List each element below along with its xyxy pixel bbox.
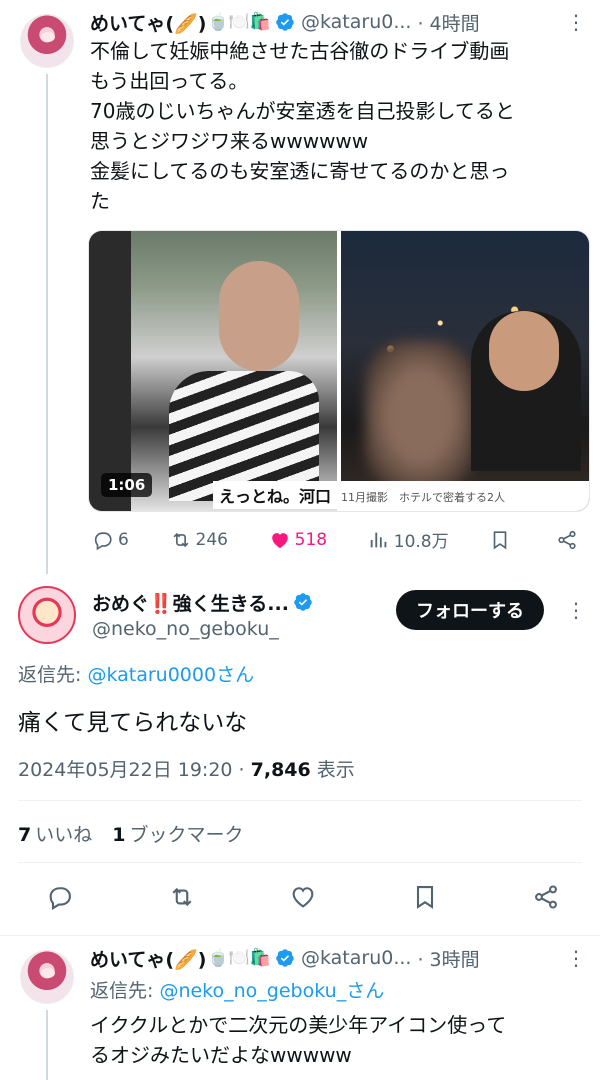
main-actions (46, 883, 560, 911)
tweet3-display-name[interactable]: めいてゃ(🥖) (90, 945, 206, 972)
share-icon[interactable] (532, 883, 560, 911)
tweet1-name-emojis: 🍵🍽️🛍️ (207, 12, 271, 32)
retweet-icon[interactable] (168, 883, 196, 911)
main-tweet-text: 痛くて見てられないな (18, 710, 248, 736)
reply-prefix: 返信先: (18, 664, 88, 686)
views-button[interactable]: 10.8万 (368, 527, 449, 552)
tweet3-header: めいてゃ(🥖) 🍵🍽️🛍️ @kataru0... · 3時間 (90, 944, 560, 972)
photo-caption: 11月撮影 ホテルで密着する2人 (341, 481, 589, 511)
retweet-button[interactable]: 246 (170, 529, 228, 551)
tweet3-avatar[interactable] (20, 950, 74, 1004)
reply-icon (94, 531, 112, 550)
thread-line (46, 1010, 48, 1080)
tweet3-reply-to: 返信先: @neko_no_geboku_さん (90, 976, 384, 1003)
more-icon[interactable]: ⋮ (566, 12, 586, 32)
likes-label: いいね (35, 824, 93, 846)
main-header: おめぐ‼️強く生きる... (92, 588, 382, 616)
tweet1-text: 不倫して妊娠中絶させた古谷徹のドライブ動画 もう出回ってる。 70歳のじいちゃん… (90, 39, 515, 213)
person-face (489, 311, 559, 391)
divider (18, 800, 582, 801)
bookmark-icon[interactable] (411, 883, 439, 911)
follow-button[interactable]: フォローする (396, 590, 544, 630)
bookmark-icon (493, 530, 507, 549)
bookmarks-total: 1 (112, 824, 126, 846)
verified-icon (276, 949, 294, 967)
share-button[interactable] (556, 529, 582, 551)
more-icon[interactable]: ⋮ (566, 600, 586, 620)
tweet1-handle[interactable]: @kataru0... (301, 11, 411, 33)
blurred-person (365, 341, 475, 491)
photo-thumbnail[interactable]: 11月撮影 ホテルで密着する2人 (341, 231, 589, 511)
tweet1-actions: 6 246 518 10.8万 (92, 527, 582, 552)
verified-icon (294, 593, 312, 611)
reply-mention-link[interactable]: @neko_no_geboku_さん (159, 980, 384, 1002)
tweet1-time[interactable]: · 4時間 (417, 9, 479, 36)
like-count: 518 (294, 529, 328, 550)
video-caption: えっとね。河口 (212, 481, 337, 509)
divider (0, 935, 600, 936)
likes-total: 7 (18, 824, 32, 846)
reply-icon[interactable] (46, 883, 74, 911)
main-display-name[interactable]: おめぐ‼️強く生きる... (92, 589, 289, 616)
heart-icon (271, 532, 288, 548)
views-icon (370, 532, 387, 547)
share-icon (558, 530, 576, 549)
tweet1-avatar[interactable] (20, 14, 74, 68)
divider (18, 862, 582, 863)
likes-stat[interactable]: 7 いいね (18, 820, 92, 847)
car-interior (89, 231, 131, 511)
tweet-date[interactable]: 2024年05月22日 19:20 (18, 759, 233, 781)
main-avatar[interactable] (18, 586, 76, 644)
driver-head (219, 261, 299, 371)
tweet3-time-value: 3時間 (429, 948, 480, 971)
tweet3-text: イククルとかで二次元の美少年アイコン使って るオジみたいだよなwwwww (90, 1013, 507, 1067)
tweet1-display-name[interactable]: めいてゃ(🥖) (90, 9, 206, 36)
verified-icon (276, 13, 294, 31)
thread-line (46, 74, 48, 574)
tweet3-time[interactable]: · 3時間 (417, 945, 479, 972)
main-handle[interactable]: @neko_no_geboku_ (92, 618, 279, 640)
video-thumbnail[interactable]: 1:06 えっとね。河口 (89, 231, 337, 511)
bookmark-button[interactable] (489, 529, 515, 551)
video-duration: 1:06 (101, 473, 153, 497)
more-icon[interactable]: ⋮ (566, 948, 586, 968)
reply-prefix: 返信先: (90, 980, 160, 1002)
like-button[interactable]: 518 (269, 529, 327, 551)
meta-separator: · (232, 759, 251, 781)
tweet3-name-emojis: 🍵🍽️🛍️ (207, 948, 271, 968)
main-meta: 2024年05月22日 19:20 · 7,846 表示 (18, 755, 355, 782)
main-reply-to: 返信先: @kataru0000さん (18, 660, 254, 687)
bookmarks-stat[interactable]: 1 ブックマーク (112, 820, 243, 847)
tweet1-time-value: 4時間 (429, 12, 480, 35)
views-total: 7,846 (250, 759, 311, 781)
reply-mention-link[interactable]: @kataru0000さん (87, 664, 254, 686)
tweet1-header: めいてゃ(🥖) 🍵🍽️🛍️ @kataru0... · 4時間 (90, 8, 560, 36)
main-stats: 7 いいね 1 ブックマーク (18, 820, 244, 847)
views-count: 10.8万 (393, 532, 449, 552)
tweet1-media[interactable]: 1:06 えっとね。河口 11月撮影 ホテルで密着する2人 (88, 230, 590, 512)
reply-count: 6 (118, 529, 129, 550)
tweet3-handle[interactable]: @kataru0... (301, 947, 411, 969)
views-label: 表示 (310, 759, 355, 781)
reply-button[interactable]: 6 (92, 529, 129, 551)
retweet-count: 246 (195, 529, 228, 550)
heart-icon[interactable] (289, 883, 317, 911)
retweet-icon (173, 532, 188, 547)
bookmarks-label: ブックマーク (129, 824, 244, 846)
